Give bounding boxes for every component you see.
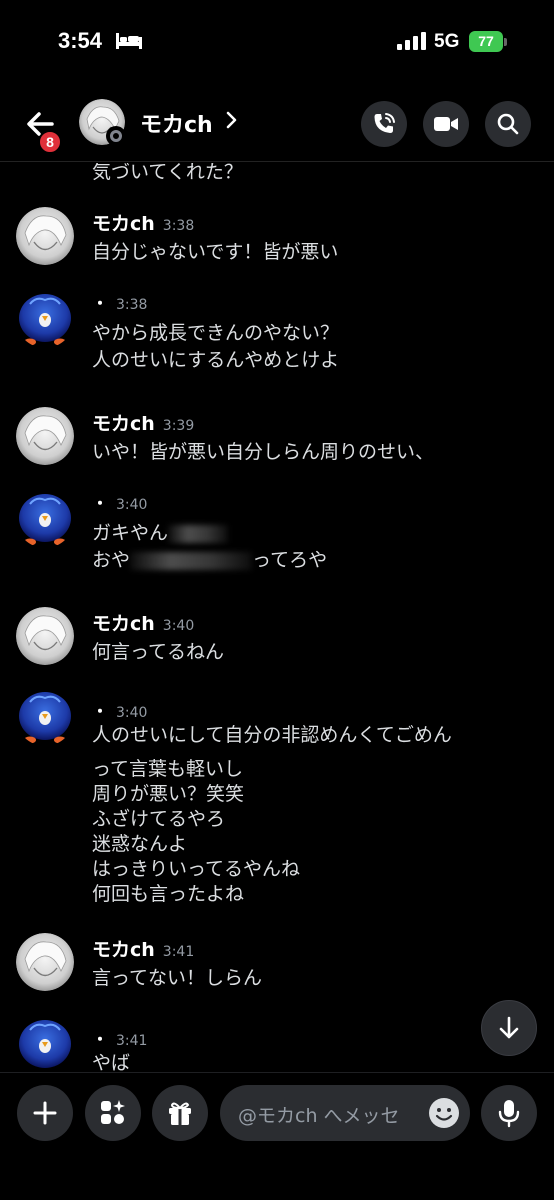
gift-button[interactable] [152,1085,208,1141]
message-timestamp: 3:40 [116,497,148,513]
message-text: やば [92,1052,131,1072]
message-author[interactable]: ・ 3:41 [92,1026,147,1050]
message-text: 言ってない！しらん [92,967,263,989]
blue-penguin-avatar [16,490,74,548]
channel-title[interactable]: モカch [140,107,213,139]
message-text: って言葉も軽いし [92,758,244,780]
status-indicator [106,126,126,146]
message-text: 人のせいにするんやめとけよ [92,349,340,371]
message-author[interactable]: ・ 3:40 [92,490,147,514]
message-author[interactable]: ・ 3:38 [92,290,147,314]
avatar[interactable] [16,607,74,665]
message-timestamp: 3:40 [162,618,195,634]
white-hair-avatar [16,207,74,265]
message-text: 人のせいにして自分の非認めんくてごめん [92,724,452,746]
message-text: ふざけてるやろ [92,808,226,830]
search-icon [497,113,519,135]
avatar[interactable] [16,207,74,265]
avatar[interactable] [16,1016,74,1072]
message-text: 迷惑なんよ [92,833,188,855]
message-timestamp: 3:38 [116,297,148,313]
gift-icon [169,1102,191,1125]
search-button[interactable] [485,101,531,147]
message-text: 何回も言ったよね [92,883,245,905]
chevron-right-icon[interactable] [225,108,239,132]
status-time: 3:54 [58,28,103,53]
message-composer: @モカch へメッセ [0,1072,554,1200]
cellular-signal-icon [397,32,426,50]
blue-penguin-avatar [16,1016,74,1072]
network-type: 5G [434,31,460,52]
white-hair-avatar [16,407,74,465]
message-timestamp: 3:41 [116,1033,148,1049]
message-text: いや！皆が悪い自分しらん周りのせい、 [92,441,435,463]
battery-icon: 77 [469,31,507,52]
message-author[interactable]: モカch 3:38 [92,209,194,236]
battery-level: 77 [469,31,503,52]
message-text: 気づいてくれた？ [92,163,243,183]
message-text: 何言ってるねん [92,641,225,663]
chat-header: 8 モカch [0,84,554,162]
status-bar: 3:54 5G 77 [0,0,554,84]
message-text: やから成長できんのやない？ [92,322,340,344]
message-text: おや ってろや [92,549,328,571]
avatar[interactable] [16,290,74,348]
redacted-blur [168,524,229,543]
redacted-blur [130,551,253,570]
avatar[interactable] [16,490,74,548]
add-attachment-button[interactable] [17,1085,73,1141]
voice-call-button[interactable] [361,101,407,147]
message-author[interactable]: モカch 3:41 [92,935,194,962]
voice-message-button[interactable] [481,1085,537,1141]
video-call-button[interactable] [423,101,469,147]
unread-badge: 8 [38,130,62,154]
plus-icon [33,1101,57,1125]
blue-penguin-avatar [16,290,74,348]
message-timestamp: 3:40 [116,705,148,721]
avatar[interactable] [16,407,74,465]
message-text: はっきりいってるやんね [92,858,301,880]
message-timestamp: 3:39 [162,418,195,434]
message-timestamp: 3:38 [162,218,195,234]
white-hair-avatar [16,607,74,665]
message-text: ガキやん [92,518,229,545]
message-author[interactable]: モカch 3:40 [92,609,194,636]
avatar[interactable] [16,933,74,991]
jump-to-latest-button[interactable] [481,1000,537,1056]
message-input-placeholder: @モカch へメッセ [238,1105,400,1127]
apps-button[interactable] [85,1085,141,1141]
message-author[interactable]: モカch 3:39 [92,409,194,436]
arrow-down-icon [499,1016,519,1039]
sparkle-apps-icon [101,1100,125,1124]
white-hair-avatar [16,933,74,991]
blue-penguin-avatar [16,688,74,746]
message-input[interactable]: @モカch へメッセ [220,1085,470,1141]
emoji-icon[interactable] [428,1097,460,1129]
message-text: 周りが悪い？笑笑 [92,783,245,805]
avatar[interactable] [16,688,74,746]
message-author[interactable]: ・ 3:40 [92,698,147,722]
microphone-icon [498,1100,520,1128]
video-camera-icon [434,117,458,131]
phone-call-icon [374,113,395,133]
message-list[interactable]: 気づいてくれた？ モカch 3:38 自分じゃないです！皆が悪い ・ 3:38 … [0,163,554,1072]
message-timestamp: 3:41 [162,944,195,960]
sleep-bed-icon [116,33,142,49]
message-text: 自分じゃないです！皆が悪い [92,241,339,263]
